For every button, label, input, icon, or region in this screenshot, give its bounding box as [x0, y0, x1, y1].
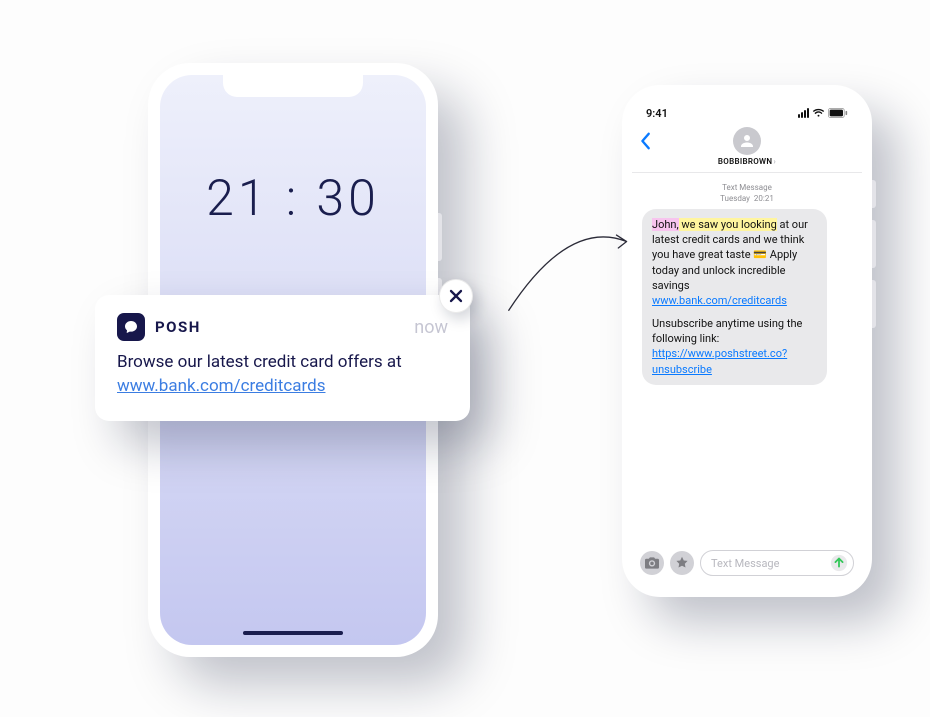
phone-right-screen: 9:41 BOBBIBROWN› [632, 95, 862, 587]
camera-icon [645, 557, 659, 569]
input-placeholder: Text Message [711, 557, 779, 570]
unsubscribe-link[interactable]: https://www.poshstreet.co?unsubscribe [652, 347, 787, 375]
contact-name-label: BOBBIBROWN [718, 157, 772, 166]
thread-label: Text Message [642, 183, 852, 192]
arrow-up-icon [830, 554, 848, 572]
notification-app-name: POSH [155, 318, 201, 336]
chevron-right-icon: › [773, 157, 776, 166]
notification-time: now [414, 317, 448, 338]
highlight-name: John, [652, 218, 679, 231]
phone-side-button [872, 180, 876, 208]
posh-app-icon [117, 313, 145, 341]
camera-button[interactable] [640, 551, 664, 575]
battery-icon [828, 108, 848, 118]
phone-side-button [872, 280, 876, 328]
person-icon [738, 132, 756, 150]
push-notification-card[interactable]: POSH now Browse our latest credit card o… [95, 295, 470, 421]
appstore-button[interactable] [670, 551, 694, 575]
close-icon [449, 289, 463, 303]
message-thread[interactable]: Text Message Tuesday 20:21 John, we saw … [632, 173, 862, 545]
notification-link[interactable]: www.bank.com/creditcards [117, 376, 325, 396]
notification-header: POSH now [117, 313, 448, 341]
contact-avatar[interactable] [733, 127, 761, 155]
notification-text: Browse our latest credit card offers at [117, 352, 402, 372]
status-icons [798, 108, 848, 118]
close-button[interactable] [439, 279, 473, 313]
thread-timestamp: Tuesday 20:21 [642, 194, 852, 203]
back-button[interactable] [640, 131, 652, 155]
phone-right-mockup: 9:41 BOBBIBROWN› [622, 85, 872, 597]
lock-screen-clock: 21 : 30 [160, 170, 426, 228]
phone-notch [223, 75, 363, 97]
message-input[interactable]: Text Message [700, 550, 854, 576]
thread-day: Tuesday [720, 194, 750, 203]
unsubscribe-text: Unsubscribe anytime using the following … [652, 317, 802, 345]
wifi-icon [812, 108, 825, 118]
messages-header: BOBBIBROWN› [632, 125, 862, 173]
appstore-icon [675, 556, 689, 570]
thread-clock: 20:21 [754, 194, 774, 203]
chevron-left-icon [640, 132, 652, 150]
credit-card-emoji: 💳 [753, 248, 767, 261]
status-time: 9:41 [646, 107, 668, 120]
send-button[interactable] [829, 553, 849, 573]
message-bubble[interactable]: John, we saw you looking at our latest c… [642, 209, 827, 385]
bubble-link[interactable]: www.bank.com/creditcards [652, 294, 787, 307]
highlight-phrase: we saw you looking [679, 218, 777, 231]
phone-side-button [872, 220, 876, 268]
phone-notch [688, 95, 806, 115]
message-input-bar: Text Message [632, 545, 862, 587]
contact-name[interactable]: BOBBIBROWN› [632, 157, 862, 166]
notification-body: Browse our latest credit card offers at … [117, 351, 448, 399]
phone-side-button [438, 213, 442, 261]
flow-arrow [450, 200, 650, 320]
home-indicator [243, 631, 343, 635]
